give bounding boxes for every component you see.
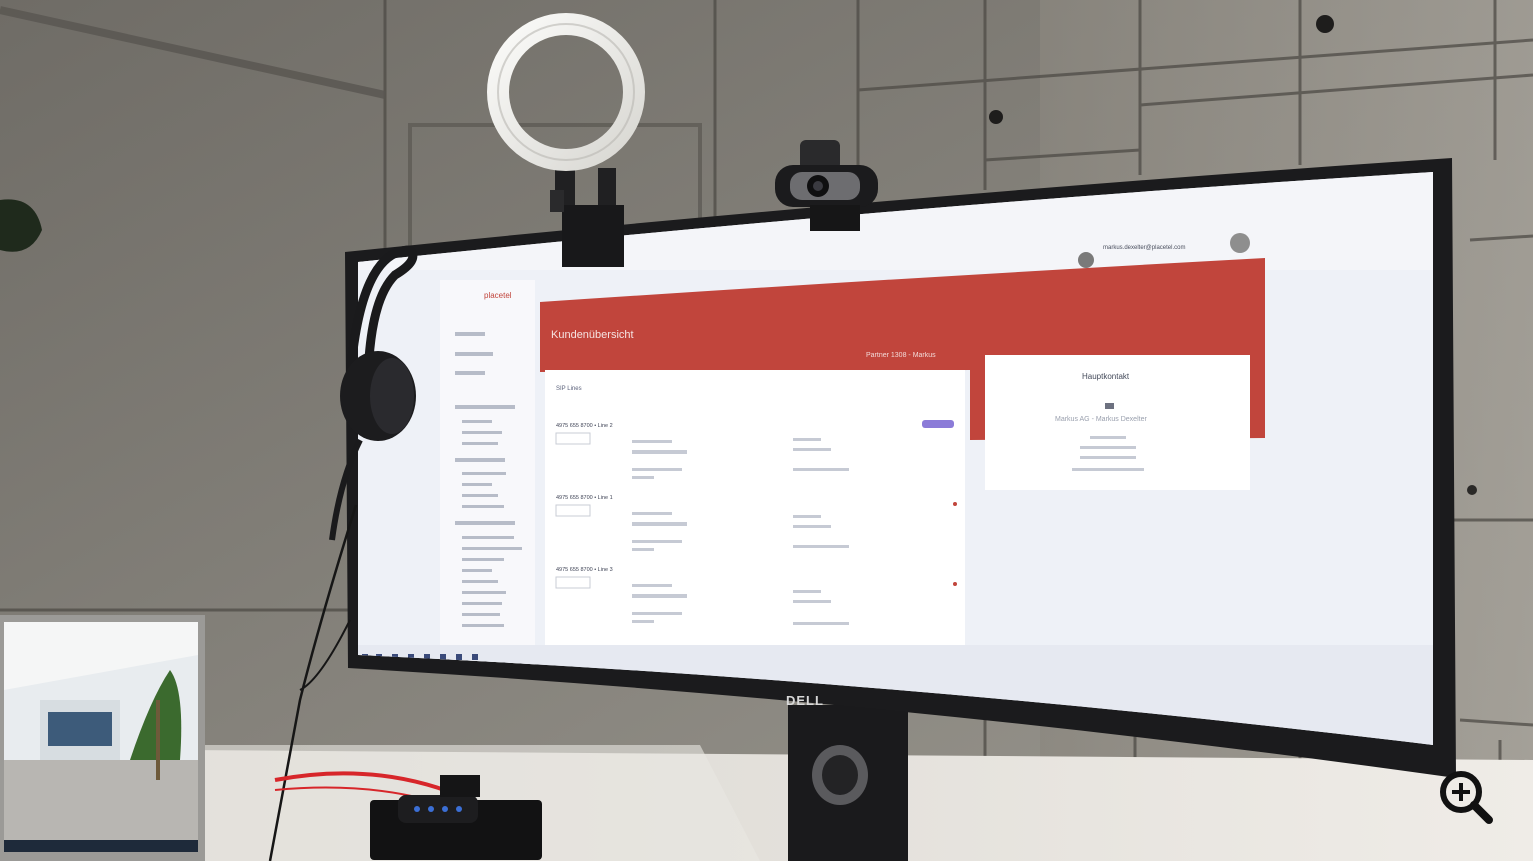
sip-lines-tab: SIP Lines (556, 386, 582, 392)
page-title: Kundenübersicht (551, 329, 634, 341)
app-brand: placetel (484, 291, 512, 300)
contact-company: Markus AG - Markus Dexelter (1055, 416, 1147, 423)
laptop (0, 615, 205, 861)
monitor-brand-logo: DELL (786, 693, 824, 708)
line-3-number: 4975 655 8700 • Line 3 (556, 567, 613, 573)
monitor-stand (788, 705, 908, 861)
contact-title: Hauptkontakt (1082, 372, 1130, 381)
photo: placetel Kundenübersicht Partner 1308 - … (0, 0, 1533, 861)
line-1-number: 4975 655 8700 • Line 2 (556, 423, 613, 429)
partner-label: Partner 1308 - Markus (866, 352, 936, 359)
user-email: markus.dexelter@placetel.com (1103, 245, 1185, 251)
line-2-number: 4975 655 8700 • Line 1 (556, 495, 613, 501)
